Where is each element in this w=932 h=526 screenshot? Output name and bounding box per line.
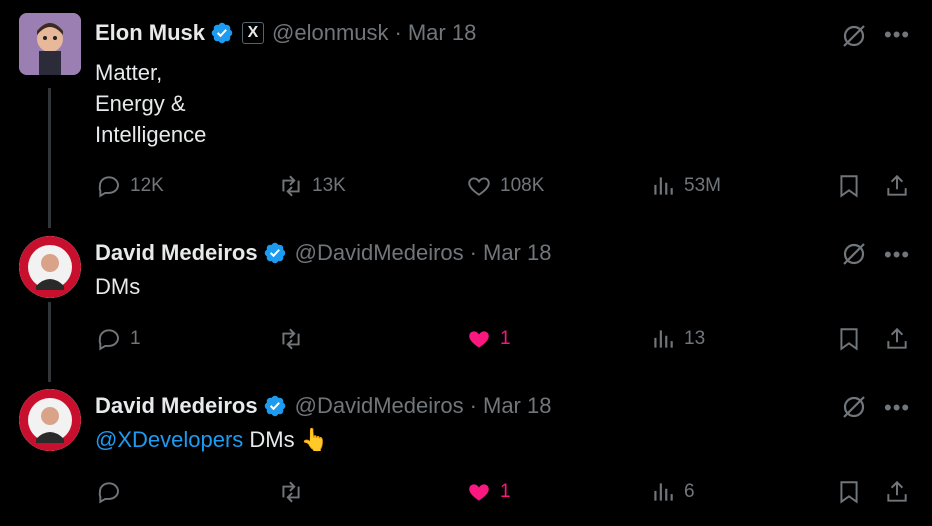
retweet-button[interactable]: 13K <box>278 173 346 199</box>
grok-icon[interactable] <box>840 393 868 421</box>
like-count: 108K <box>500 175 545 196</box>
bookmark-icon[interactable] <box>836 479 862 505</box>
mention-link[interactable]: @XDevelopers <box>95 427 243 452</box>
reply-button[interactable]: 1 <box>96 326 141 352</box>
tweet-text-line: Matter, <box>95 60 163 85</box>
tweet[interactable]: David Medeiros @DavidMedeiros · Mar 18 •… <box>0 372 932 526</box>
verified-icon[interactable] <box>210 21 234 45</box>
tweet-header: David Medeiros @DavidMedeiros · Mar 18 <box>95 393 551 419</box>
retweet-icon <box>282 481 300 503</box>
author-handle[interactable]: @DavidMedeiros <box>295 240 464 266</box>
reply-button[interactable]: 12K <box>96 173 164 199</box>
tweet[interactable]: David Medeiros @DavidMedeiros · Mar 18 •… <box>0 220 932 382</box>
separator: · <box>394 20 402 45</box>
verified-icon[interactable] <box>263 241 287 265</box>
views-icon <box>654 330 673 348</box>
tweet-date[interactable]: Mar 18 <box>408 20 476 46</box>
reply-count: 1 <box>130 328 141 349</box>
separator: · <box>469 393 477 418</box>
like-count: 1 <box>500 481 511 502</box>
more-icon[interactable]: ••• <box>884 22 910 48</box>
author-handle[interactable]: @elonmusk <box>272 20 389 46</box>
tweet-text: DMs <box>95 274 141 299</box>
separator: · <box>469 240 477 265</box>
tweet-text-line: Energy & <box>95 91 186 116</box>
reply-count: 12K <box>130 175 164 196</box>
views-count: 13 <box>684 328 706 349</box>
retweet-button[interactable] <box>278 326 312 352</box>
author-name[interactable]: Elon Musk <box>95 20 205 46</box>
tweet-text: Matter, Energy & Intelligence <box>95 57 206 150</box>
views-button[interactable]: 13 <box>650 326 705 352</box>
bookmark-icon[interactable] <box>836 173 862 199</box>
share-icon[interactable] <box>884 173 910 199</box>
thread-line <box>48 302 51 382</box>
verified-icon[interactable] <box>263 394 287 418</box>
pointing-up-emoji: 👆 <box>300 427 329 452</box>
views-count: 53M <box>684 175 721 196</box>
author-handle[interactable]: @DavidMedeiros <box>295 393 464 419</box>
grok-icon[interactable] <box>840 240 868 268</box>
views-button[interactable]: 53M <box>650 173 721 199</box>
retweet-icon <box>282 328 300 350</box>
views-button[interactable]: 6 <box>650 479 695 505</box>
tweet-text-line: Intelligence <box>95 122 207 147</box>
like-icon <box>469 331 489 348</box>
more-icon[interactable]: ••• <box>884 395 910 421</box>
tweet-header: Elon Musk X @elonmusk · Mar 18 <box>95 20 476 46</box>
avatar[interactable] <box>19 389 81 451</box>
author-name[interactable]: David Medeiros <box>95 240 258 266</box>
tweet-date[interactable]: Mar 18 <box>483 393 551 419</box>
retweet-icon <box>282 175 300 197</box>
views-icon <box>654 177 673 195</box>
retweet-button[interactable] <box>278 479 312 505</box>
like-button[interactable]: 108K <box>466 173 544 199</box>
reply-button[interactable] <box>96 479 130 505</box>
bookmark-icon[interactable] <box>836 326 862 352</box>
tweet-text-content: DMs <box>249 427 295 452</box>
grok-icon[interactable] <box>840 22 868 50</box>
like-button[interactable]: 1 <box>466 479 511 505</box>
tweet-header: David Medeiros @DavidMedeiros · Mar 18 <box>95 240 551 266</box>
thread-line <box>48 88 51 228</box>
views-count: 6 <box>684 481 695 502</box>
tweet-date[interactable]: Mar 18 <box>483 240 551 266</box>
avatar[interactable] <box>19 13 81 75</box>
share-icon[interactable] <box>884 326 910 352</box>
tweet-text: @XDevelopers DMs 👆 <box>95 424 328 455</box>
retweet-count: 13K <box>312 175 346 196</box>
views-icon <box>654 483 673 501</box>
like-icon <box>468 177 490 196</box>
reply-icon <box>98 482 119 504</box>
reply-icon <box>98 329 119 351</box>
author-name[interactable]: David Medeiros <box>95 393 258 419</box>
more-icon[interactable]: ••• <box>884 242 910 268</box>
like-button[interactable]: 1 <box>466 326 511 352</box>
reply-icon <box>98 176 119 198</box>
like-icon <box>469 484 489 501</box>
tweet[interactable]: Elon Musk X @elonmusk · Mar 18 ••• Matte… <box>0 0 932 228</box>
avatar[interactable] <box>19 236 81 298</box>
share-icon[interactable] <box>884 479 910 505</box>
like-count: 1 <box>500 328 511 349</box>
affiliate-badge[interactable]: X <box>242 22 265 44</box>
